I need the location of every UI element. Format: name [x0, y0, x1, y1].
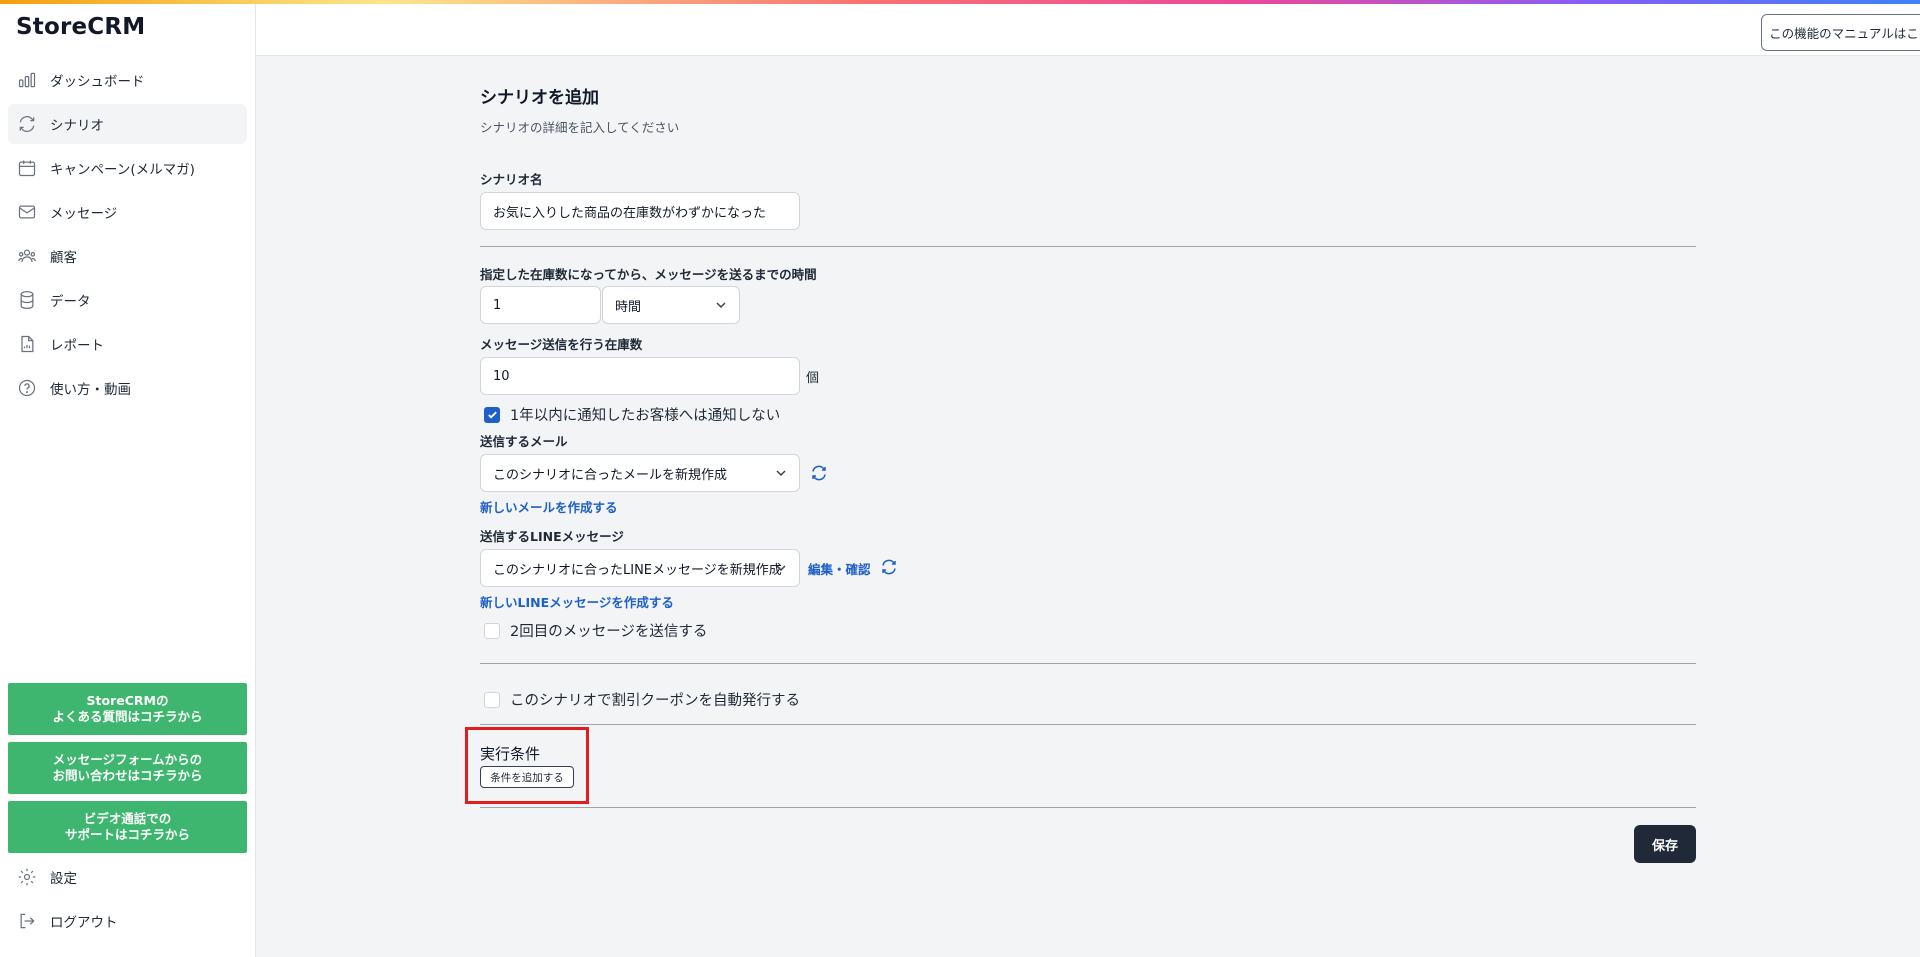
line-label: 送信するLINEメッセージ [480, 529, 624, 544]
sidebar-item-label: 使い方・動画 [50, 382, 131, 398]
second-message-checkbox-row[interactable]: 2回目のメッセージを送信する [484, 620, 707, 641]
line-refresh-icon[interactable] [880, 558, 898, 576]
new-mail-link[interactable]: 新しいメールを作成する [480, 497, 618, 516]
users-icon [16, 245, 38, 267]
mail-refresh-icon[interactable] [810, 464, 828, 482]
database-icon [16, 289, 38, 311]
mail-select[interactable]: このシナリオに合ったメールを新規作成 [480, 454, 800, 492]
new-line-link[interactable]: 新しいLINEメッセージを作成する [480, 592, 674, 611]
second-message-label: 2回目のメッセージを送信する [510, 624, 708, 640]
sidebar-item-label: 顧客 [50, 250, 77, 266]
scenario-name-label: シナリオ名 [480, 172, 543, 187]
no-repeat-checkbox-row[interactable]: 1年以内に通知したお客様へは通知しない [484, 404, 780, 425]
stock-label: メッセージ送信を行う在庫数 [480, 337, 643, 352]
faq-support-button[interactable]: StoreCRMの よくある質問はコチラから [8, 683, 247, 735]
page-title: シナリオを追加 [480, 88, 599, 108]
sidebar-item-settings[interactable]: 設定 [16, 857, 77, 897]
sidebar-item-data[interactable]: データ [8, 280, 247, 320]
page-subtitle: シナリオの詳細を記入してください [480, 120, 680, 135]
gear-icon [16, 866, 38, 888]
sidebar: StoreCRM ダッシュボード シナリオ キャンペーン(メルマガ) メッセージ [0, 0, 256, 957]
sidebar-item-dashboard[interactable]: ダッシュボード [8, 60, 247, 100]
line-select-value: このシナリオに合ったLINEメッセージを新規作成 [493, 562, 782, 578]
section-divider [480, 724, 1696, 725]
help-icon [16, 377, 38, 399]
no-repeat-label: 1年以内に通知したお客様へは通知しない [510, 408, 781, 424]
sidebar-item-label: シナリオ [50, 118, 104, 134]
chevron-down-icon [716, 302, 726, 309]
sidebar-item-message[interactable]: メッセージ [8, 192, 247, 232]
time-value-input[interactable]: 1 [480, 286, 601, 324]
logout-icon [16, 910, 38, 932]
sidebar-item-label: キャンペーン(メルマガ) [50, 162, 195, 178]
chevron-down-icon [776, 565, 786, 572]
report-icon [16, 333, 38, 355]
sidebar-item-label: メッセージ [50, 206, 118, 222]
mail-label: 送信するメール [480, 434, 568, 449]
section-divider [480, 246, 1696, 247]
highlight-box [465, 727, 589, 804]
sidebar-item-logout[interactable]: ログアウト [16, 901, 118, 941]
time-unit-value: 時間 [615, 299, 642, 315]
coupon-label: このシナリオで割引クーポンを自動発行する [510, 693, 800, 709]
sidebar-item-label: レポート [50, 338, 104, 354]
line-edit-link[interactable]: 編集・確認 [808, 559, 871, 578]
manual-button[interactable]: この機能のマニュアルはこちら [1761, 14, 1920, 51]
save-button[interactable]: 保存 [1634, 825, 1696, 863]
sidebar-item-help[interactable]: 使い方・動画 [8, 368, 247, 408]
sidebar-item-scenario[interactable]: シナリオ [8, 104, 247, 144]
logout-label: ログアウト [50, 915, 118, 931]
stock-unit: 個 [806, 371, 820, 386]
line-select[interactable]: このシナリオに合ったLINEメッセージを新規作成 [480, 549, 800, 587]
coupon-checkbox-row[interactable]: このシナリオで割引クーポンを自動発行する [484, 689, 800, 710]
settings-label: 設定 [50, 871, 77, 887]
sidebar-item-report[interactable]: レポート [8, 324, 247, 364]
app-logo: StoreCRM [16, 14, 146, 40]
mail-icon [16, 201, 38, 223]
scenario-name-input[interactable]: お気に入りした商品の在庫数がわずかになった [480, 192, 800, 230]
checkbox-unchecked[interactable] [484, 691, 500, 708]
page-header: この機能のマニュアルはこちら [256, 4, 1920, 56]
check-icon [487, 411, 497, 419]
chevron-down-icon [776, 470, 786, 477]
video-call-support-button[interactable]: ビデオ通話での サポートはコチラから [8, 801, 247, 853]
sidebar-item-campaign[interactable]: キャンペーン(メルマガ) [8, 148, 247, 188]
sidebar-item-label: データ [50, 294, 91, 310]
refresh-icon [16, 113, 38, 135]
stock-value-input[interactable]: 10 [480, 357, 800, 395]
section-divider [480, 663, 1696, 664]
sidebar-item-customers[interactable]: 顧客 [8, 236, 247, 276]
top-gradient-bar [0, 0, 1920, 4]
checkbox-unchecked[interactable] [484, 622, 500, 639]
checkbox-checked[interactable] [484, 406, 500, 423]
mail-select-value: このシナリオに合ったメールを新規作成 [493, 467, 728, 483]
calendar-icon [16, 157, 38, 179]
section-divider [480, 807, 1696, 808]
sidebar-item-label: ダッシュボード [50, 74, 145, 90]
bar-chart-icon [16, 69, 38, 91]
time-unit-select[interactable]: 時間 [602, 286, 740, 324]
sidebar-nav: ダッシュボード シナリオ キャンペーン(メルマガ) メッセージ 顧客 データ レ… [8, 60, 247, 412]
time-label: 指定した在庫数になってから、メッセージを送るまでの時間 [480, 267, 817, 282]
contact-form-support-button[interactable]: メッセージフォームからの お問い合わせはコチラから [8, 742, 247, 794]
